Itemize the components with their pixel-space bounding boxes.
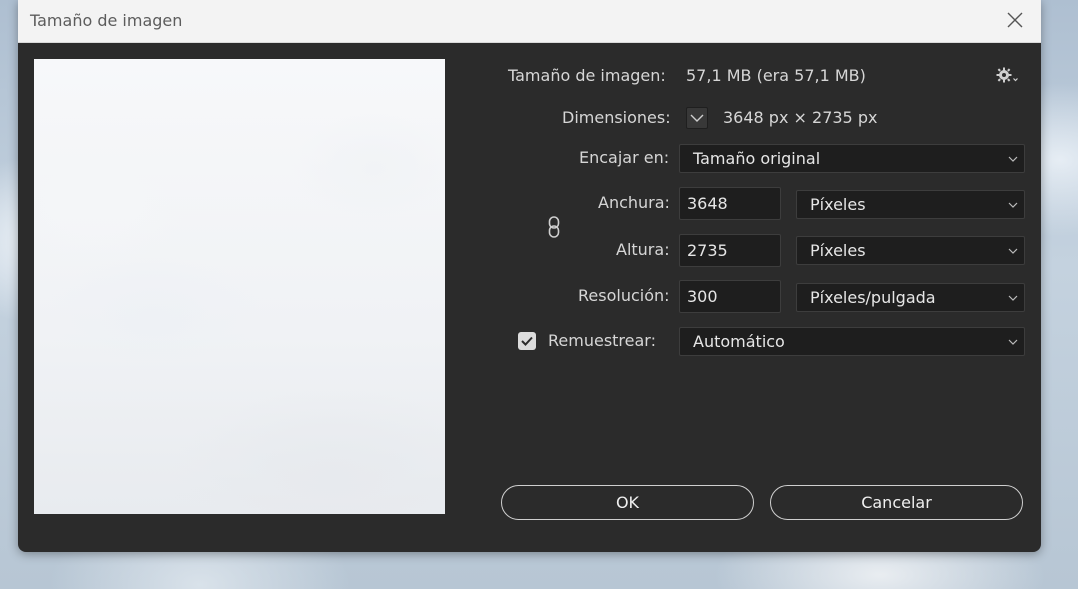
chevron-down-icon <box>1008 295 1018 301</box>
fit-select-value: Tamaño original <box>693 149 821 168</box>
resolution-unit-select[interactable]: Píxeles/pulgada <box>796 283 1025 312</box>
resolution-unit-value: Píxeles/pulgada <box>810 288 936 307</box>
dimensions-label: Dimensiones: <box>562 108 671 127</box>
resolution-input[interactable] <box>679 280 781 313</box>
width-label: Anchura: <box>598 193 670 212</box>
title-bar: Tamaño de imagen <box>18 0 1041 43</box>
width-input[interactable] <box>679 187 781 220</box>
resample-label: Remuestrear: <box>548 331 656 350</box>
gear-icon[interactable] <box>996 66 1018 84</box>
fit-select[interactable]: Tamaño original <box>679 144 1025 173</box>
height-unit-select[interactable]: Píxeles <box>796 236 1025 265</box>
resolution-label: Resolución: <box>578 286 670 305</box>
fit-label: Encajar en: <box>579 148 670 167</box>
height-label: Altura: <box>616 240 670 259</box>
resample-select-value: Automático <box>693 332 785 351</box>
dimensions-value: 3648 px × 2735 px <box>723 108 878 127</box>
chevron-down-icon <box>1008 202 1018 208</box>
chevron-down-icon <box>1008 248 1018 254</box>
checkmark-icon <box>521 336 533 346</box>
width-unit-value: Píxeles <box>810 195 866 214</box>
chevron-down-icon <box>1008 339 1018 345</box>
height-unit-value: Píxeles <box>810 241 866 260</box>
resample-select[interactable]: Automático <box>679 327 1025 356</box>
link-icon[interactable] <box>546 215 562 239</box>
image-preview[interactable] <box>34 59 445 514</box>
cancel-button[interactable]: Cancelar <box>770 485 1023 520</box>
resample-checkbox[interactable] <box>518 332 536 350</box>
image-size-label: Tamaño de imagen: <box>508 66 666 85</box>
ok-button[interactable]: OK <box>501 485 754 520</box>
width-unit-select[interactable]: Píxeles <box>796 190 1025 219</box>
image-size-value: 57,1 MB (era 57,1 MB) <box>686 66 866 85</box>
chevron-down-icon <box>1008 156 1018 162</box>
chevron-down-icon <box>690 114 704 122</box>
dimensions-toggle[interactable] <box>686 107 708 129</box>
dialog-title: Tamaño de imagen <box>30 11 183 30</box>
image-size-dialog: Tamaño de imagen Tamaño de imagen: 57,1 … <box>18 0 1041 552</box>
height-input[interactable] <box>679 234 781 267</box>
close-icon[interactable] <box>1005 10 1025 30</box>
